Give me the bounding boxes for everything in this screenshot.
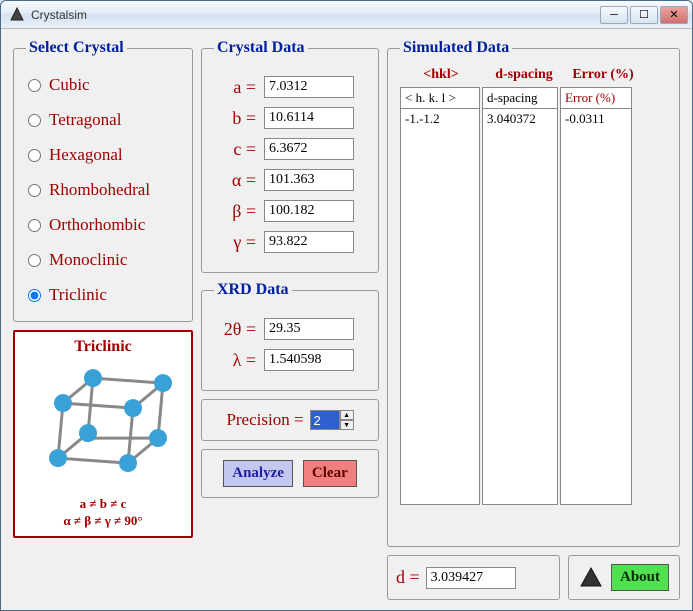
a-input[interactable]	[264, 76, 354, 98]
two-theta-label: 2θ =	[214, 319, 256, 340]
sim-table: < h. k. l > -1.-1.2 d-spacing 3.040372 E…	[400, 87, 669, 505]
radio-input[interactable]	[28, 254, 41, 267]
xrd-data-legend: XRD Data	[214, 281, 292, 299]
maximize-button[interactable]: ☐	[630, 6, 658, 24]
cell-d: 3.040372	[483, 109, 557, 129]
radio-input[interactable]	[28, 79, 41, 92]
crystal-diagram	[28, 360, 178, 496]
radio-label: Hexagonal	[49, 145, 123, 165]
crystal-radio-rhombohedral[interactable]: Rhombohedral	[28, 180, 180, 200]
crystal-data-group: Crystal Data a = b = c = α = β = γ =	[201, 39, 379, 273]
titlebar: Crystalsim ─ ☐ ✕	[1, 1, 692, 29]
window-buttons: ─ ☐ ✕	[600, 6, 688, 24]
th-d: d-spacing	[483, 88, 557, 109]
radio-input[interactable]	[28, 289, 41, 302]
close-button[interactable]: ✕	[660, 6, 688, 24]
d-input[interactable]	[426, 567, 516, 589]
radio-input[interactable]	[28, 149, 41, 162]
sim-col-err: Error (%) -0.0311	[560, 87, 632, 505]
crystal-data-legend: Crystal Data	[214, 39, 308, 57]
gamma-input[interactable]	[264, 231, 354, 253]
b-label: b =	[214, 108, 256, 129]
simulated-data-legend: Simulated Data	[400, 39, 512, 57]
lambda-label: λ =	[214, 350, 256, 371]
simulated-data-group: Simulated Data <hkl> d-spacing Error (%)…	[387, 39, 680, 547]
crystal-radio-cubic[interactable]: Cubic	[28, 75, 180, 95]
about-button[interactable]: About	[611, 564, 669, 591]
radio-input[interactable]	[28, 219, 41, 232]
window-title: Crystalsim	[31, 8, 600, 22]
th-err: Error (%)	[561, 88, 631, 109]
action-buttons: Analyze Clear	[201, 449, 379, 498]
preview-formula: a ≠ b ≠ c α ≠ β ≠ γ ≠ 90°	[63, 496, 142, 530]
clear-button[interactable]: Clear	[303, 460, 357, 487]
radio-label: Orthorhombic	[49, 215, 145, 235]
radio-label: Monoclinic	[49, 250, 127, 270]
preview-title: Triclinic	[74, 338, 131, 356]
sim-col-hkl: < h. k. l > -1.-1.2	[400, 87, 480, 505]
cell-err: -0.0311	[561, 109, 631, 129]
content-area: Select Crystal Cubic Tetragonal Hexagonal R…	[1, 29, 692, 610]
crystal-radio-list: Cubic Tetragonal Hexagonal Rhombohedral Orth…	[26, 67, 182, 311]
lambda-input[interactable]	[264, 349, 354, 371]
header-error: Error (%)	[568, 67, 638, 83]
app-window: Crystalsim ─ ☐ ✕ Select Crystal Cubic Tet…	[0, 0, 693, 611]
about-icon	[579, 566, 603, 590]
radio-label: Cubic	[49, 75, 90, 95]
header-hkl: <hkl>	[402, 67, 480, 83]
precision-spinner: ▲ ▼	[310, 410, 354, 430]
precision-down[interactable]: ▼	[340, 420, 354, 430]
c-label: c =	[214, 139, 256, 160]
d-result-group: d =	[387, 555, 560, 600]
radio-input[interactable]	[28, 184, 41, 197]
b-input[interactable]	[264, 107, 354, 129]
gamma-label: γ =	[214, 232, 256, 253]
radio-input[interactable]	[28, 114, 41, 127]
beta-input[interactable]	[264, 200, 354, 222]
radio-label: Rhombohedral	[49, 180, 150, 200]
analyze-button[interactable]: Analyze	[223, 460, 293, 487]
th-hkl: < h. k. l >	[401, 88, 479, 109]
about-group: About	[568, 555, 680, 600]
two-theta-input[interactable]	[264, 318, 354, 340]
sim-headers: <hkl> d-spacing Error (%)	[400, 67, 669, 87]
beta-label: β =	[214, 201, 256, 222]
crystal-radio-triclinic[interactable]: Triclinic	[28, 285, 180, 305]
crystal-radio-orthorhombic[interactable]: Orthorhombic	[28, 215, 180, 235]
minimize-button[interactable]: ─	[600, 6, 628, 24]
precision-input[interactable]	[310, 410, 340, 430]
app-icon	[9, 7, 25, 23]
precision-label: Precision =	[226, 410, 303, 430]
crystal-preview: Triclinic	[13, 330, 193, 538]
c-input[interactable]	[264, 138, 354, 160]
crystal-radio-monoclinic[interactable]: Monoclinic	[28, 250, 180, 270]
select-crystal-group: Select Crystal Cubic Tetragonal Hexagonal R…	[13, 39, 193, 322]
precision-group: Precision = ▲ ▼	[201, 399, 379, 441]
crystal-radio-hexagonal[interactable]: Hexagonal	[28, 145, 180, 165]
select-crystal-legend: Select Crystal	[26, 39, 127, 57]
crystal-radio-tetragonal[interactable]: Tetragonal	[28, 110, 180, 130]
precision-up[interactable]: ▲	[340, 410, 354, 420]
alpha-input[interactable]	[264, 169, 354, 191]
bottom-row: d = About	[387, 555, 680, 600]
a-label: a =	[214, 77, 256, 98]
radio-label: Tetragonal	[49, 110, 121, 130]
sim-col-d: d-spacing 3.040372	[482, 87, 558, 505]
d-label: d =	[396, 567, 420, 588]
header-dspacing: d-spacing	[486, 67, 562, 83]
alpha-label: α =	[214, 170, 256, 191]
xrd-data-group: XRD Data 2θ = λ =	[201, 281, 379, 391]
cell-hkl: -1.-1.2	[401, 109, 479, 129]
radio-label: Triclinic	[49, 285, 107, 305]
